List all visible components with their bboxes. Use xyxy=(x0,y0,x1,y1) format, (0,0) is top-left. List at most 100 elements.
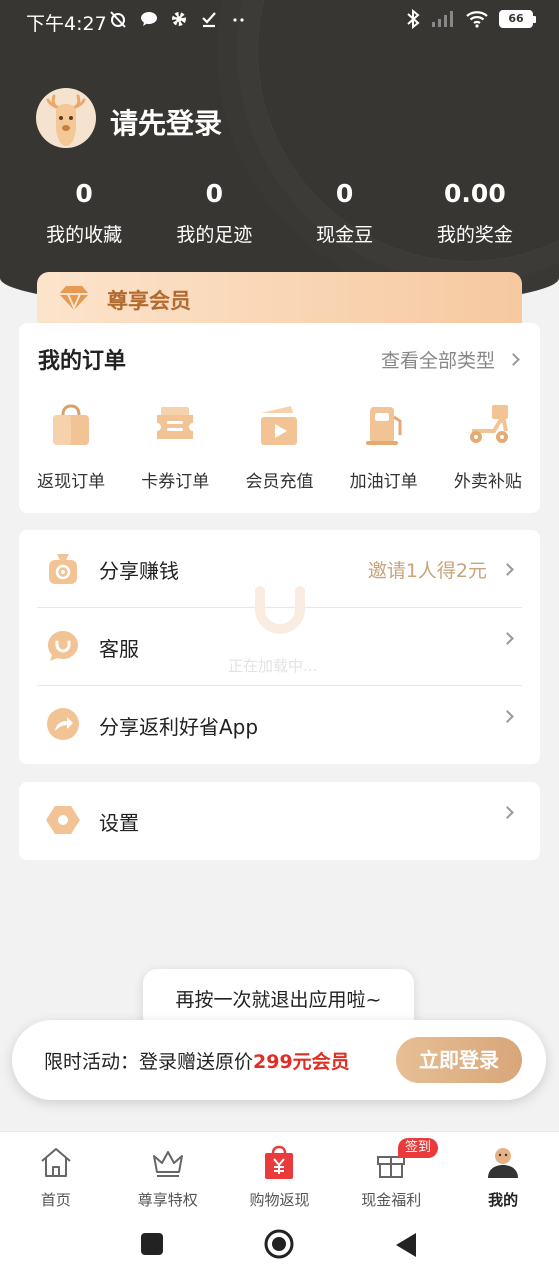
home-icon xyxy=(41,1148,71,1177)
order-type-coupon[interactable]: 卡券订单 xyxy=(123,401,227,492)
settings-card: 设置 xyxy=(19,782,540,860)
order-type-cashback[interactable]: 返现订单 xyxy=(19,401,123,492)
chevron-right-icon xyxy=(501,710,514,723)
orders-title: 我的订单 xyxy=(38,349,127,374)
stat-label: 我的足迹 xyxy=(176,224,253,246)
stat-label: 现金豆 xyxy=(316,224,374,246)
stat-label: 我的收藏 xyxy=(46,224,123,246)
video-play-icon xyxy=(261,406,298,445)
menu-right: 邀请1人得2元 xyxy=(367,556,514,583)
bottom-tab-bar: 首页 尊享特权 购物返现 现金福利 我的 xyxy=(0,1131,559,1211)
menu-right xyxy=(501,806,514,819)
stat-cash-beans[interactable]: 0 现金豆 xyxy=(280,178,410,247)
order-type-fuel[interactable]: 加油订单 xyxy=(332,401,436,492)
tab-home[interactable]: 首页 xyxy=(0,1132,112,1211)
deer-avatar-icon xyxy=(46,94,86,146)
order-type-label: 返现订单 xyxy=(37,472,106,492)
wifi-icon xyxy=(466,11,488,28)
menu-label: 分享返利好省App xyxy=(99,715,259,739)
download-done-icon xyxy=(202,12,216,28)
tab-mine[interactable]: 我的 xyxy=(447,1132,559,1211)
signal-icon xyxy=(432,11,453,27)
diamond-icon xyxy=(59,286,89,311)
gear-icon xyxy=(172,12,186,26)
stat-favorites[interactable]: 0 我的收藏 xyxy=(19,178,149,247)
menu-label: 分享赚钱 xyxy=(99,559,179,583)
share-icon xyxy=(47,708,79,740)
stat-value: 0 xyxy=(75,179,93,208)
stat-value: 0 xyxy=(205,179,224,208)
money-bag-icon xyxy=(49,554,77,584)
promo-bar: 限时活动：登录赠送原价299元会员 立即登录 xyxy=(12,1020,546,1100)
crown-icon xyxy=(152,1151,183,1177)
order-types: 返现订单 卡券订单 会员充值 加油订单 外卖补贴 xyxy=(19,401,540,492)
customer-service-icon xyxy=(48,631,78,661)
menu-label: 客服 xyxy=(99,637,139,661)
system-nav-bar xyxy=(0,1211,559,1280)
chevron-right-icon xyxy=(501,632,514,645)
tab-label: 购物返现 xyxy=(249,1191,310,1209)
tab-privileges[interactable]: 尊享特权 xyxy=(112,1132,224,1211)
loading-spinner-icon xyxy=(255,586,305,634)
view-all-orders-link[interactable]: 查看全部类型 xyxy=(380,346,520,373)
tab-label: 现金福利 xyxy=(361,1191,422,1209)
chat-bubble-icon xyxy=(141,12,157,26)
invite-hint: 邀请1人得2元 xyxy=(367,560,487,582)
chevron-right-icon xyxy=(501,806,514,819)
status-notification-icons xyxy=(108,9,248,29)
stat-value: 0.00 xyxy=(444,179,506,208)
sign-in-badge[interactable]: 签到 xyxy=(398,1138,439,1158)
stat-footprints[interactable]: 0 我的足迹 xyxy=(149,178,279,247)
fuel-pump-icon xyxy=(365,407,402,445)
loading-text: 正在加载中... xyxy=(228,657,318,675)
more-dots-icon xyxy=(233,18,244,22)
stat-label: 我的奖金 xyxy=(436,224,513,246)
back-icon[interactable] xyxy=(394,1232,418,1258)
order-type-label: 外卖补贴 xyxy=(453,472,522,492)
order-type-label: 卡券订单 xyxy=(141,472,210,492)
order-type-delivery[interactable]: 外卖补贴 xyxy=(436,401,540,492)
menu-settings[interactable]: 设置 xyxy=(37,782,522,860)
menu-right xyxy=(501,710,514,723)
view-all-label: 查看全部类型 xyxy=(380,350,495,372)
stat-bonus[interactable]: 0.00 我的奖金 xyxy=(410,178,540,247)
hexagon-settings-icon xyxy=(46,806,80,834)
menu-card: 分享赚钱 邀请1人得2元 客服 分享返利好省App xyxy=(19,530,540,764)
stat-value: 0 xyxy=(335,179,354,208)
promo-text-highlight: 299元会员 xyxy=(253,1051,350,1073)
profile-header: 下午4:27 66 请先登录 0 我的收藏 0 我的足迹 0 现金豆 0.00 … xyxy=(0,0,559,310)
promo-text-prefix: 限时活动：登录赠送原价 xyxy=(44,1051,254,1073)
status-time: 下午4:27 xyxy=(26,13,107,35)
tab-shopping-cashback[interactable]: 购物返现 xyxy=(224,1132,336,1211)
promo-text: 限时活动：登录赠送原价299元会员 xyxy=(44,1047,350,1074)
avatar[interactable] xyxy=(36,88,96,148)
coupon-icon xyxy=(157,407,194,439)
menu-share-app[interactable]: 分享返利好省App xyxy=(37,686,522,764)
order-type-label: 加油订单 xyxy=(349,472,418,492)
orders-card: 我的订单 查看全部类型 返现订单 卡券订单 会员充值 加油订单 外卖补贴 xyxy=(19,323,540,513)
login-now-button[interactable]: 立即登录 xyxy=(396,1037,522,1083)
chevron-right-icon xyxy=(501,563,514,576)
yen-bag-icon xyxy=(265,1145,294,1179)
menu-label: 设置 xyxy=(99,811,139,835)
tab-label: 我的 xyxy=(488,1191,519,1209)
vip-label: 尊享会员 xyxy=(107,289,191,313)
delivery-scooter-icon xyxy=(469,405,508,443)
recent-apps-icon[interactable] xyxy=(140,1232,164,1256)
status-bar: 下午4:27 66 xyxy=(0,0,559,42)
tab-label: 首页 xyxy=(40,1191,71,1209)
stats-row: 0 我的收藏 0 我的足迹 0 现金豆 0.00 我的奖金 xyxy=(19,178,540,247)
status-system-icons: 66 xyxy=(405,9,536,29)
tab-label: 尊享特权 xyxy=(137,1191,198,1209)
home-button-icon[interactable] xyxy=(263,1228,295,1260)
menu-right xyxy=(501,632,514,645)
order-type-label: 会员充值 xyxy=(245,472,314,492)
login-prompt[interactable]: 请先登录 xyxy=(110,102,222,142)
chevron-right-icon xyxy=(507,353,520,366)
user-icon xyxy=(488,1148,519,1178)
bluetooth-icon xyxy=(407,9,420,29)
alarm-off-icon xyxy=(110,11,126,28)
shopping-bag-icon xyxy=(53,404,90,445)
battery-indicator: 66 xyxy=(499,10,536,28)
order-type-membership[interactable]: 会员充值 xyxy=(227,401,331,492)
